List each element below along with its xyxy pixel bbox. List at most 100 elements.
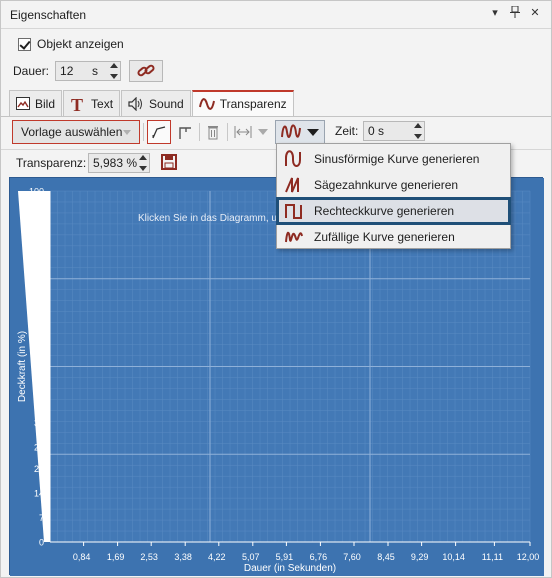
tab-bar: Bild T Text Sound Transparenz xyxy=(9,90,295,116)
duration-stepper-arrows[interactable] xyxy=(109,63,118,79)
y-tick-label: 14 xyxy=(34,488,44,498)
x-tick-label: 8,45 xyxy=(377,552,395,562)
dropdown-arrow-icon[interactable]: ▾ xyxy=(489,6,501,20)
time-label: Zeit: xyxy=(335,124,359,138)
x-tick-label: 10,14 xyxy=(442,552,465,562)
text-t-icon: T xyxy=(70,96,86,112)
show-object-checkbox[interactable] xyxy=(18,37,31,51)
y-tick-label: 48 xyxy=(34,369,44,379)
x-tick-label: 2,53 xyxy=(140,552,158,562)
show-object-row: Objekt anzeigen xyxy=(18,37,124,51)
transparency-label: Transparenz: xyxy=(16,156,87,170)
y-tick-label: 55 xyxy=(34,344,44,354)
y-tick-label: 41 xyxy=(34,394,44,404)
y-tick-label: 27 xyxy=(34,443,44,453)
menu-item-square-label: Rechteckkurve generieren xyxy=(314,204,455,218)
duration-row: Dauer: 12 s xyxy=(13,60,164,82)
x-tick-label: 7,60 xyxy=(343,552,361,562)
menu-item-sawtooth[interactable]: Sägezahnkurve generieren xyxy=(277,172,510,198)
menu-item-random[interactable]: Zufällige Kurve generieren xyxy=(277,224,510,250)
tab-bild[interactable]: Bild xyxy=(9,90,63,116)
menu-item-sine-label: Sinusförmige Kurve generieren xyxy=(314,152,480,166)
pin-icon[interactable] xyxy=(509,5,521,20)
close-icon[interactable]: ✕ xyxy=(529,6,541,20)
x-tick-label: 5,91 xyxy=(276,552,294,562)
image-icon xyxy=(16,97,30,110)
template-select[interactable]: Vorlage auswählen xyxy=(12,120,140,144)
svg-text:T: T xyxy=(71,96,83,112)
speaker-icon xyxy=(128,96,144,111)
chevron-down-icon xyxy=(258,129,268,135)
y-tick-label: 62 xyxy=(34,320,44,330)
random-curve-icon xyxy=(284,228,304,249)
properties-panel: Eigenschaften ▾ ✕ Objekt anzeigen Dauer:… xyxy=(0,0,552,578)
x-tick-label: 3,38 xyxy=(174,552,192,562)
stretch-horizontal-icon xyxy=(234,126,252,138)
toolbar-separator xyxy=(143,123,144,141)
menu-item-random-label: Zufällige Kurve generieren xyxy=(314,230,455,244)
menu-item-sine[interactable]: Sinusförmige Kurve generieren xyxy=(277,146,510,172)
save-icon[interactable] xyxy=(161,154,177,173)
y-tick-label: 100 xyxy=(29,187,44,197)
wave-curve-icon xyxy=(281,124,301,138)
chart-hint-text: Klicken Sie in das Diagramm, u xyxy=(138,213,277,224)
link-button[interactable] xyxy=(129,60,164,82)
duration-value[interactable]: 12 xyxy=(56,64,73,78)
x-tick-label: 4,22 xyxy=(208,552,226,562)
x-tick-label: 12,00 xyxy=(517,552,540,562)
toolbar-separator xyxy=(227,123,228,141)
transparency-stepper-arrows[interactable] xyxy=(138,155,147,171)
x-tick-label: 9,29 xyxy=(411,552,429,562)
template-select-label: Vorlage auswählen xyxy=(21,125,123,139)
chevron-down-icon xyxy=(123,130,131,135)
show-object-label: Objekt anzeigen xyxy=(37,37,124,51)
trash-icon xyxy=(208,126,218,140)
panel-title: Eigenschaften xyxy=(10,8,87,22)
chain-link-icon xyxy=(137,64,155,77)
curve-generator-button[interactable] xyxy=(275,120,325,144)
duration-stepper[interactable]: 12 s xyxy=(55,61,122,81)
y-tick-label: 89 xyxy=(34,225,44,235)
delete-button[interactable] xyxy=(203,120,223,144)
stretch-button[interactable] xyxy=(231,120,255,144)
y-tick-label: 7 xyxy=(39,513,44,523)
x-tick-label: 5,07 xyxy=(242,552,260,562)
square-curve-icon xyxy=(284,202,304,223)
menu-item-square[interactable]: Rechteckkurve generieren xyxy=(276,197,511,225)
x-tick-label: 11,11 xyxy=(482,552,503,562)
time-value[interactable]: 0 s xyxy=(364,124,384,138)
y-axis-title: Deckkraft (in %) xyxy=(17,331,28,402)
tab-text-label: Text xyxy=(91,96,114,111)
toolbar-separator xyxy=(199,123,200,141)
y-tick-label: 34 xyxy=(34,418,44,428)
x-axis-title: Dauer (in Sekunden) xyxy=(244,563,336,574)
y-tick-label: 21 xyxy=(34,464,44,474)
panel-titlebar: Eigenschaften ▾ ✕ xyxy=(1,1,551,29)
tab-sound[interactable]: Sound xyxy=(121,90,191,116)
curve-mode-button[interactable] xyxy=(147,120,171,144)
tab-text[interactable]: T Text xyxy=(63,90,121,116)
step-mode-button[interactable] xyxy=(174,120,196,144)
y-tick-label: 75 xyxy=(34,274,44,284)
x-tick-label: 1,69 xyxy=(107,552,125,562)
duration-unit: s xyxy=(92,64,99,78)
transparency-stepper[interactable]: 5,983 % xyxy=(88,153,150,173)
ramp-curve-icon xyxy=(152,126,166,139)
x-tick-label: 0,84 xyxy=(73,552,91,562)
tab-bild-label: Bild xyxy=(35,96,56,111)
duration-label: Dauer: xyxy=(13,64,50,78)
transparency-value[interactable]: 5,983 % xyxy=(89,156,137,170)
time-stepper-arrows[interactable] xyxy=(413,123,422,139)
sawtooth-curve-icon xyxy=(284,176,304,197)
tab-transparenz-label: Transparenz xyxy=(219,97,287,111)
time-stepper[interactable]: 0 s xyxy=(363,121,425,141)
x-tick-label: 6,76 xyxy=(310,552,328,562)
y-tick-label: 0 xyxy=(39,538,44,548)
step-curve-icon xyxy=(179,127,191,139)
chevron-down-icon xyxy=(307,128,319,136)
stretch-dropdown[interactable] xyxy=(255,120,271,144)
y-tick-label: 82 xyxy=(34,250,44,260)
tab-transparenz[interactable]: Transparenz xyxy=(191,90,294,116)
transparency-icon xyxy=(198,97,215,111)
y-tick-label: 68 xyxy=(34,299,44,309)
